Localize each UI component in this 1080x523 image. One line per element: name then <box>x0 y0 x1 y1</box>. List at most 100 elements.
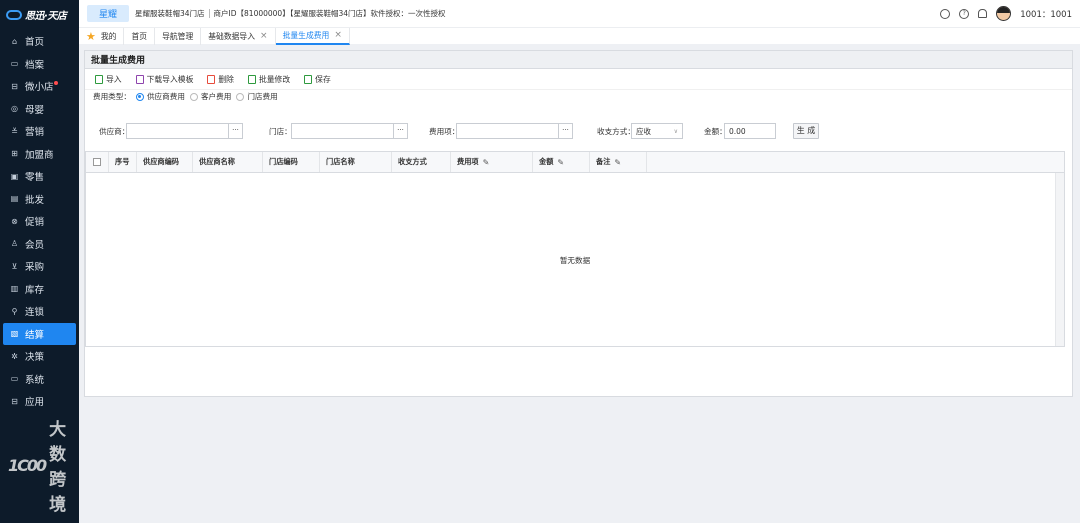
page-title: 批量生成费用 <box>85 51 1072 69</box>
search-icon[interactable] <box>940 8 951 19</box>
sidebar-item-4[interactable]: ≚ 营销 <box>0 120 79 143</box>
wholesale-icon: ▤ <box>10 194 19 204</box>
close-icon[interactable]: × <box>334 30 342 40</box>
inventory-icon: ▥ <box>10 284 19 294</box>
column-header[interactable]: 金额 ✎ <box>533 152 590 172</box>
edit-icon <box>247 74 256 84</box>
close-icon[interactable]: × <box>260 31 268 41</box>
main-panel: 批量生成费用 导入 下载导入模板 删除 批量修改 保存 费用类型： 供应商费用 客户费用门… <box>84 50 1073 397</box>
import-button[interactable]: 导入 <box>95 74 122 85</box>
sidebar-item-14[interactable]: ✲ 决策 <box>0 345 79 368</box>
pencil-icon: ✎ <box>557 157 565 167</box>
user-label[interactable]: 1001：1001 <box>1020 8 1072 20</box>
fee-item-input[interactable] <box>456 123 559 139</box>
sidebar-item-label: 系统 <box>25 374 45 386</box>
sidebar-item-5[interactable]: ⊞ 加盟商 <box>0 143 79 166</box>
sidebar-item-1[interactable]: ▭ 档案 <box>0 53 79 76</box>
marketing-icon: ≚ <box>11 126 18 136</box>
column-header[interactable]: 费用项 ✎ <box>451 152 533 172</box>
sidebar-nav: ⌂ 首页 ▭ 档案 ⊟ 微小店 ◎ 母婴 ≚ 营销 ⊞ 加盟商 ▣ 零售 ▤ 批发 ⊗ 促销 ♙ 会员 ⊻ 采购 ▥ 库存 ⚲ 连… <box>0 30 79 413</box>
sidebar-item-label: 促销 <box>25 217 45 229</box>
column-header[interactable]: 序号 <box>109 152 137 172</box>
column-header-label: 费用项 <box>457 157 479 166</box>
radio-label: 门店费用 <box>247 92 278 101</box>
generate-button[interactable]: 生 成 <box>793 123 819 139</box>
sidebar-item-11[interactable]: ▥ 库存 <box>0 278 79 301</box>
import-icon <box>95 74 103 84</box>
save-button[interactable]: 保存 <box>304 74 331 85</box>
edit-button[interactable]: 批量修改 <box>247 74 291 85</box>
pencil-icon: ✎ <box>614 157 622 167</box>
download-icon <box>135 74 144 84</box>
data-table: 序号 供应商编码 供应商名称 门店编码 门店名称 收支方式 费用项 ✎ 金额 ✎ 备注 ✎ 暂无数据 <box>85 151 1065 347</box>
delete-button[interactable]: 删除 <box>207 74 234 85</box>
avatar[interactable] <box>996 6 1012 21</box>
tab-2[interactable]: 导航管理 <box>155 27 202 45</box>
tab-1[interactable]: 首页 <box>124 27 156 45</box>
fee-type-radio-2[interactable]: 门店费用 <box>236 91 278 102</box>
vertical-scrollbar[interactable] <box>1055 173 1064 346</box>
sidebar-item-label: 连锁 <box>25 307 45 319</box>
sidebar-item-9[interactable]: ♙ 会员 <box>0 233 79 256</box>
sidebar-item-2[interactable]: ⊟ 微小店 <box>0 75 79 98</box>
amount-input[interactable]: 0.00 <box>724 123 776 139</box>
sidebar-item-16[interactable]: ⊟ 应用 <box>0 390 79 413</box>
sidebar-item-8[interactable]: ⊗ 促销 <box>0 210 79 233</box>
fee-type-radio-1[interactable]: 客户费用 <box>189 91 232 102</box>
sidebar-item-label: 档案 <box>25 59 45 71</box>
payment-method-select[interactable]: 应收 ∨ <box>631 123 683 139</box>
sidebar-item-15[interactable]: ▭ 系统 <box>0 368 79 391</box>
watermark-text: 大数跨境 <box>49 420 68 515</box>
fee-type-radio-0[interactable]: 供应商费用 <box>135 91 185 102</box>
watermark-logo: 1C00 <box>8 455 47 475</box>
bell-icon[interactable] <box>978 9 988 18</box>
supplier-picker-button[interactable]: ··· <box>229 123 243 139</box>
sidebar-item-6[interactable]: ▣ 零售 <box>0 165 79 188</box>
fee-item-picker-button[interactable]: ··· <box>559 123 573 139</box>
column-header[interactable]: 备注 ✎ <box>590 152 647 172</box>
sidebar-item-13[interactable]: ▧ 结算 <box>3 322 76 345</box>
select-all-checkbox[interactable] <box>93 158 101 166</box>
toolbar-label: 批量修改 <box>258 74 291 84</box>
column-header-label: 金额 <box>539 157 554 166</box>
app-logo[interactable]: 思迅·天店 <box>0 0 79 29</box>
tab-3[interactable]: 基础数据导入 × <box>201 27 276 45</box>
sidebar-item-label: 微小店 <box>25 82 54 94</box>
sidebar-item-7[interactable]: ▤ 批发 <box>0 188 79 211</box>
store-label: 门店： <box>269 127 292 136</box>
store-picker-button[interactable]: ··· <box>394 123 408 139</box>
toolbar: 导入 下载导入模板 删除 批量修改 保存 <box>85 69 1072 89</box>
sidebar-item-label: 结算 <box>25 329 45 341</box>
home-icon: ⌂ <box>11 36 18 46</box>
column-header[interactable]: 门店编码 <box>263 152 320 172</box>
tab-4[interactable]: 批量生成费用 × <box>275 27 350 45</box>
sidebar-item-10[interactable]: ⊻ 采购 <box>0 255 79 278</box>
radio-label: 客户费用 <box>200 92 232 101</box>
sidebar-item-3[interactable]: ◎ 母婴 <box>0 98 79 121</box>
tab-label: 首页 <box>131 31 148 41</box>
radio-circle <box>189 92 198 101</box>
column-header[interactable]: 门店名称 <box>320 152 392 172</box>
sidebar-item-label: 应用 <box>25 397 45 409</box>
sidebar-item-0[interactable]: ⌂ 首页 <box>0 30 79 53</box>
store-input[interactable] <box>291 123 394 139</box>
sidebar-item-label: 母婴 <box>25 104 45 116</box>
shop-icon: ⊟ <box>11 81 18 91</box>
help-icon[interactable]: ? <box>959 8 970 19</box>
star-icon: ★ <box>86 29 96 43</box>
tab-0[interactable]: ★ 我的 <box>79 27 125 45</box>
fee-item-label: 费用项： <box>429 127 460 136</box>
delete-icon <box>207 74 216 84</box>
toolbar-label: 下载导入模板 <box>146 74 194 84</box>
column-header[interactable]: 收支方式 <box>392 152 451 172</box>
app-icon: ⊟ <box>11 396 18 406</box>
sidebar-item-label: 采购 <box>25 262 45 274</box>
download-button[interactable]: 下载导入模板 <box>135 74 194 85</box>
merchant-info: 商户ID【81000000】【星耀服装鞋帽34门店】软件授权：一次性授权 <box>213 9 446 18</box>
column-header[interactable]: 供应商编码 <box>137 152 193 172</box>
sidebar-item-12[interactable]: ⚲ 连锁 <box>0 300 79 323</box>
brand-tab[interactable]: 星耀 <box>87 5 129 22</box>
column-header[interactable]: 供应商名称 <box>193 152 263 172</box>
top-header: 星耀 星耀服装鞋帽34门店 商户ID【81000000】【星耀服装鞋帽34门店】… <box>79 0 1080 27</box>
supplier-input[interactable] <box>126 123 229 139</box>
